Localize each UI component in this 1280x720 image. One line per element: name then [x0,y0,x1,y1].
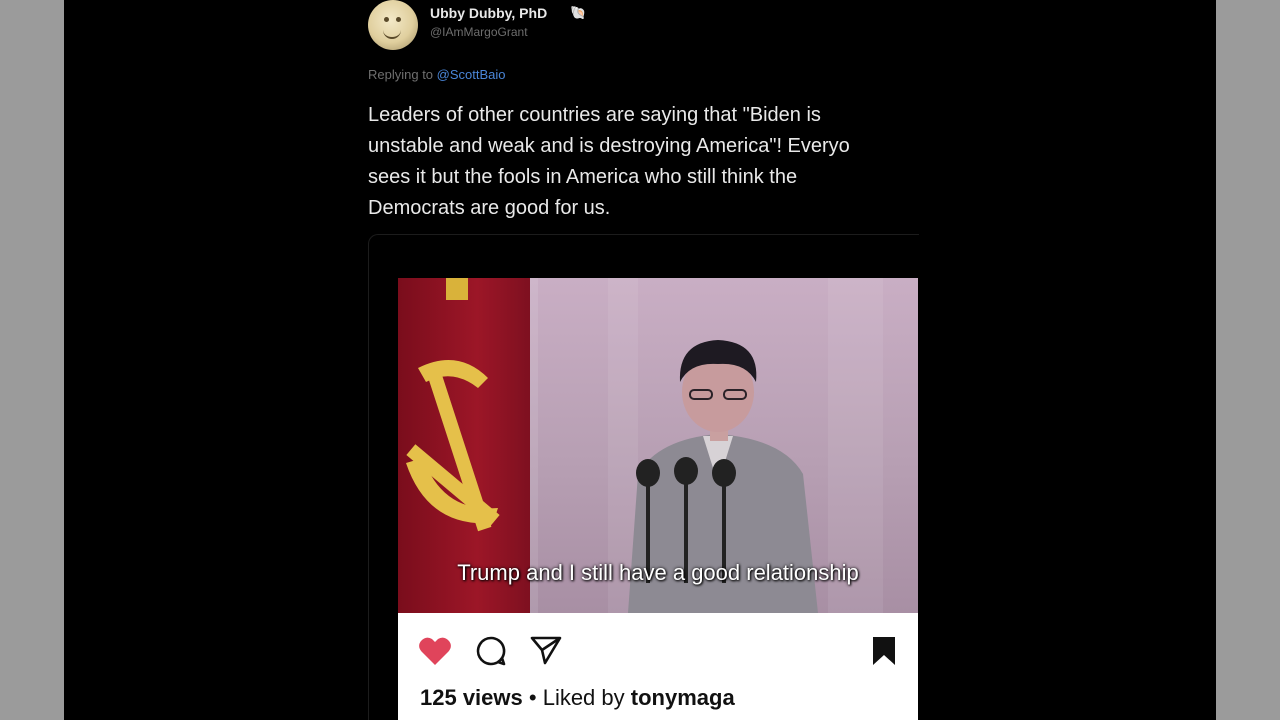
heart-icon[interactable] [418,635,452,667]
post-stats: 125 views • Liked by tonymaga [420,685,735,711]
author-display-name[interactable]: Ubby Dubby, PhD [430,5,547,21]
tweet-text: Leaders of other countries are saying th… [368,100,919,225]
views-count: 125 views [420,685,523,710]
comment-icon[interactable] [475,635,507,667]
avatar-eye [384,17,389,22]
liked-by-label: Liked by [542,685,625,710]
bookmark-icon[interactable] [870,635,898,667]
video-subtitle: Trump and I still have a good relationsh… [457,560,859,585]
mention-link[interactable]: @ScottBaio [437,67,506,82]
video-frame: Ubby Dubby, PhD 🐚 @IAmMargoGrant Replyin… [0,0,1280,720]
author-handle[interactable]: @IAmMargoGrant [430,25,528,39]
liked-by-user[interactable]: tonymaga [631,685,735,710]
tweet-text-line: Democrats are good for us. [368,197,611,219]
emoji-badge-icon: 🐚 [570,5,587,20]
tweet-text-line: Leaders of other countries are saying th… [368,104,821,126]
send-icon[interactable] [530,635,562,665]
author-avatar[interactable] [368,0,418,50]
replying-to: Replying to @ScottBaio [368,67,506,82]
replying-to-label: Replying to [368,67,434,82]
tweet-text-line: sees it but the fools in America who sti… [368,166,798,188]
avatar-mouth [383,29,401,39]
post-action-bar: 125 views • Liked by tonymaga [398,613,918,720]
embedded-video[interactable]: Trump and I still have a good relationsh… [398,278,918,613]
avatar-eye [396,17,401,22]
tweet-text-line: unstable and weak and is destroying Amer… [368,135,850,157]
stats-separator: • [528,685,537,710]
